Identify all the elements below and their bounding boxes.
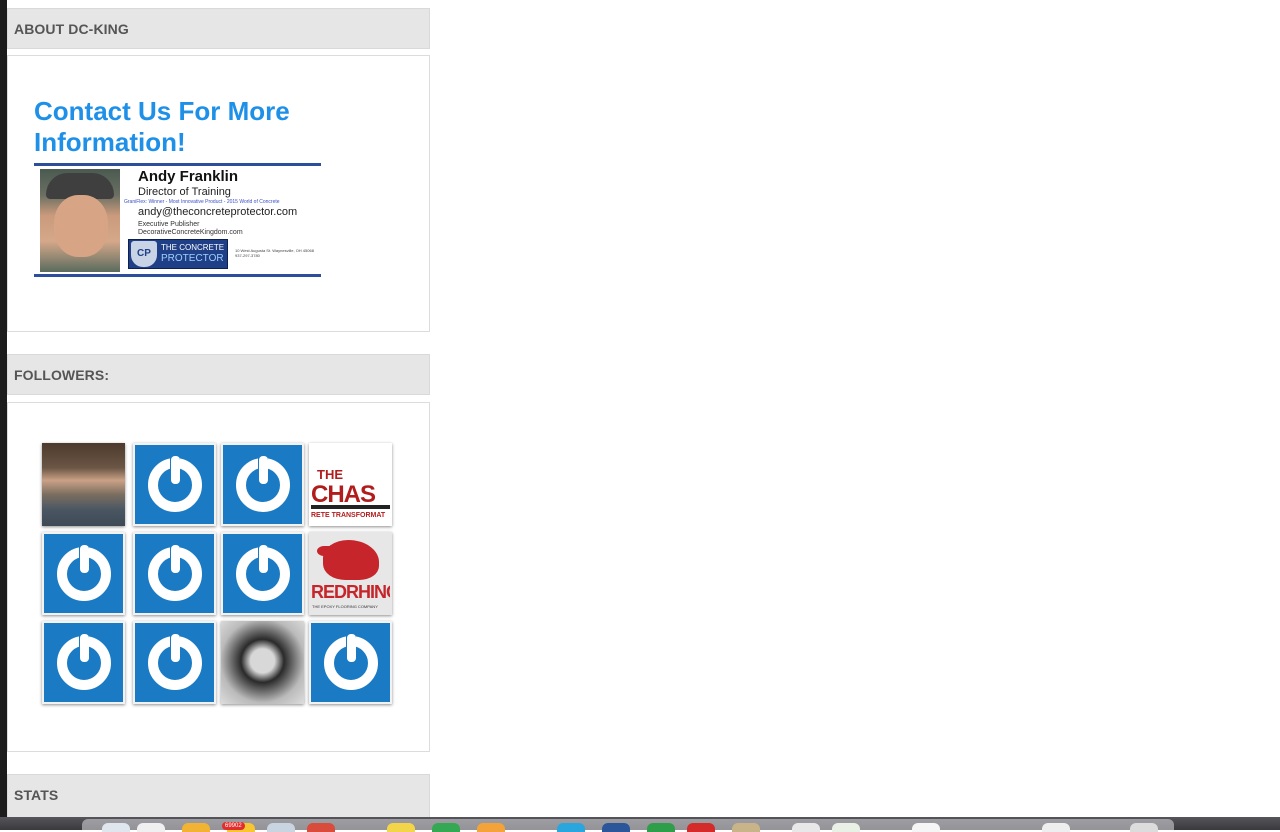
follower-avatar[interactable] <box>221 443 304 526</box>
facetime-icon[interactable] <box>647 823 675 832</box>
followers-widget: THECHASRETE TRANSFORMATREDRHINOTHE EPOXY… <box>7 402 430 752</box>
business-card-image[interactable]: Andy Franklin Director of Training Grani… <box>34 163 321 277</box>
followers-widget-title: FOLLOWERS: <box>7 354 430 395</box>
window-edge <box>0 0 7 817</box>
notes-icon[interactable] <box>387 823 415 832</box>
follower-avatar[interactable] <box>221 621 304 704</box>
about-widget: Contact Us For More Information! Andy Fr… <box>7 55 430 332</box>
downloads-icon[interactable] <box>1042 823 1070 832</box>
sidebar: ABOUT DC-KING Contact Us For More Inform… <box>7 0 430 817</box>
card-award: GraniFlex: Winner - Most Innovative Prod… <box>124 199 280 205</box>
follower-avatar[interactable] <box>42 443 125 526</box>
follower-avatar[interactable]: THE CHAS RETE TRANSFORMAT <box>309 443 392 526</box>
cp-shield-icon: CP <box>131 241 157 267</box>
follower-avatar[interactable]: REDRHINOTHE EPOXY FLOORING COMPANY <box>309 532 392 615</box>
app-red-icon[interactable] <box>307 823 335 832</box>
follower-avatar[interactable] <box>133 532 216 615</box>
card-name: Andy Franklin <box>138 168 239 185</box>
follower-avatar[interactable] <box>42 621 125 704</box>
logo-line2: PROTECTOR <box>161 253 224 264</box>
card-address: 10 West Augusta St. Waynesville, OH 4506… <box>235 248 314 258</box>
word-icon[interactable] <box>602 823 630 832</box>
skype-icon[interactable] <box>557 823 585 832</box>
stats-widget-title: STATS <box>7 774 430 817</box>
macos-dock: 69902 <box>0 817 1280 832</box>
app-red2-icon[interactable] <box>687 823 715 832</box>
card-publisher-title: Executive Publisher <box>138 221 200 228</box>
follower-avatar[interactable] <box>309 621 392 704</box>
follower-avatar[interactable] <box>42 532 125 615</box>
card-publisher-site: DecorativeConcreteKingdom.com <box>138 229 243 236</box>
document-icon[interactable] <box>912 823 940 832</box>
follower-avatar[interactable] <box>133 621 216 704</box>
dock-shelf: 69902 <box>82 819 1174 832</box>
card-portrait <box>40 169 120 272</box>
stats-title-text: STATS <box>14 787 59 803</box>
concrete-protector-logo: CP THE CONCRETE PROTECTOR <box>128 239 228 269</box>
about-widget-title: ABOUT DC-KING <box>7 8 430 49</box>
mail-badge: 69902 <box>222 822 245 830</box>
card-publisher: Executive Publisher DecorativeConcreteKi… <box>138 221 243 237</box>
mail-icon[interactable] <box>137 823 165 832</box>
follower-avatar[interactable] <box>221 532 304 615</box>
about-title-text: ABOUT DC-KING <box>14 21 129 37</box>
messages-icon[interactable] <box>432 823 460 832</box>
followers-title-text: FOLLOWERS: <box>14 367 110 383</box>
excel-icon[interactable] <box>832 823 860 832</box>
face-shape <box>54 195 108 257</box>
logo-line1: THE CONCRETE <box>161 243 225 252</box>
app-orange-icon[interactable] <box>477 823 505 832</box>
finder-icon[interactable] <box>102 823 130 832</box>
contact-heading[interactable]: Contact Us For More Information! <box>34 96 374 158</box>
app-tan-icon[interactable] <box>732 823 760 832</box>
chrome-canary-icon[interactable] <box>182 823 210 832</box>
safari-icon[interactable] <box>267 823 295 832</box>
follower-avatar[interactable] <box>133 443 216 526</box>
trash-icon[interactable] <box>1130 823 1158 832</box>
card-email: andy@theconcreteprotector.com <box>138 206 298 218</box>
preview-icon[interactable] <box>792 823 820 832</box>
card-role: Director of Training <box>138 186 231 198</box>
